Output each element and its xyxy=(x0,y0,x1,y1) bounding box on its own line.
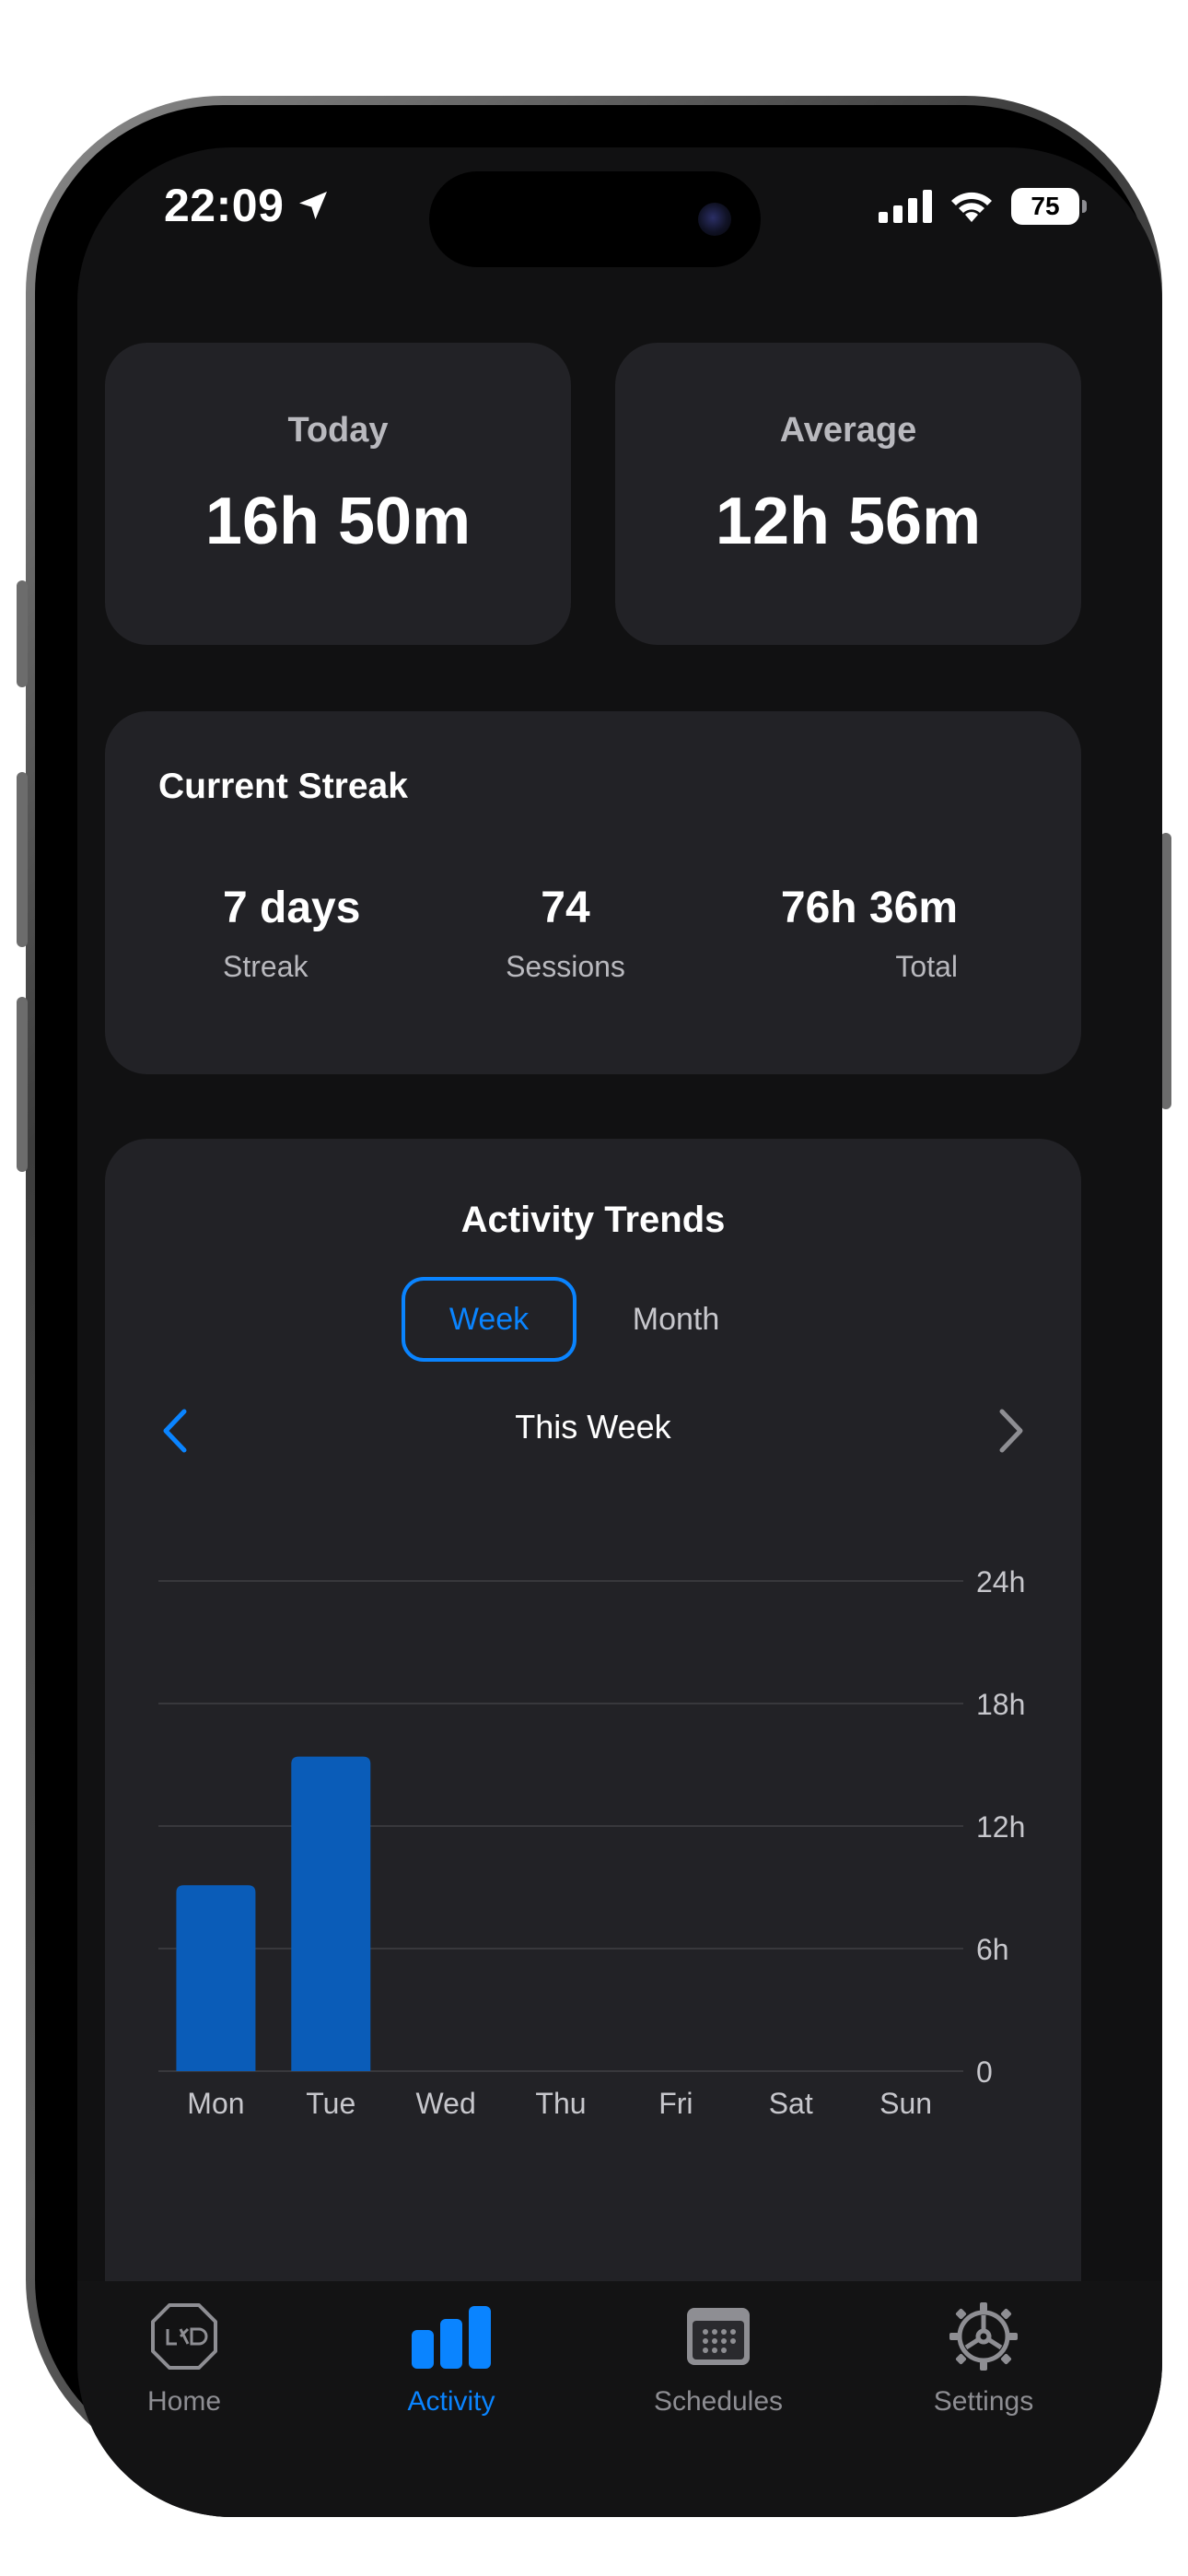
y-tick-label: 6h xyxy=(976,1933,1009,1966)
battery-level: 75 xyxy=(1031,192,1060,220)
total-stat: 76h 36m Total xyxy=(781,883,958,984)
today-label: Today xyxy=(287,411,389,450)
x-tick-label: Sat xyxy=(769,2087,813,2120)
x-tick-label: Sun xyxy=(879,2087,932,2120)
sessions-stat: 74 Sessions xyxy=(501,883,630,984)
status-indicators: 75 xyxy=(879,188,1087,225)
streak-card: Current Streak 7 days Streak 74 Sessions… xyxy=(105,711,1081,1074)
x-tick-label: Mon xyxy=(187,2087,244,2120)
x-tick-label: Tue xyxy=(306,2087,355,2120)
tab-schedules-label: Schedules xyxy=(653,2386,784,2417)
today-card: Today 16h 50m xyxy=(105,343,571,645)
calendar-icon xyxy=(687,2308,750,2365)
tab-activity[interactable]: Activity xyxy=(359,2300,543,2418)
bar-tue xyxy=(291,1756,371,2071)
volume-up-button xyxy=(17,772,28,947)
signal-icon xyxy=(879,190,932,223)
average-value: 12h 56m xyxy=(715,485,982,558)
tab-schedules[interactable]: Schedules xyxy=(626,2300,810,2418)
screen: 22:09 75 Today 16h 50m Average 12h 56m C… xyxy=(77,147,1162,2517)
x-tick-label: Fri xyxy=(658,2087,693,2120)
streak-value: 7 days xyxy=(223,884,361,932)
total-label: Total xyxy=(895,950,958,983)
y-tick-label: 0 xyxy=(976,2055,993,2089)
total-value: 76h 36m xyxy=(780,884,958,932)
tab-settings-label: Settings xyxy=(933,2386,1034,2417)
average-card: Average 12h 56m xyxy=(615,343,1081,645)
today-value: 16h 50m xyxy=(204,485,472,558)
x-tick-label: Thu xyxy=(535,2087,586,2120)
bar-chart-icon xyxy=(412,2306,491,2369)
y-tick-label: 24h xyxy=(976,1565,1025,1598)
y-tick-label: 18h xyxy=(976,1688,1025,1721)
battery-icon: 75 xyxy=(1011,188,1087,225)
sessions-value: 74 xyxy=(541,884,590,932)
tab-activity-label: Activity xyxy=(407,2386,495,2417)
volume-down-button xyxy=(17,997,28,1172)
y-tick-label: 12h xyxy=(976,1810,1025,1844)
tab-bar: Home Activity Schedules Settings xyxy=(77,2281,1162,2517)
average-label: Average xyxy=(779,411,917,450)
streak-label: Streak xyxy=(223,950,309,983)
sessions-label: Sessions xyxy=(506,950,625,983)
streak-title: Current Streak xyxy=(158,767,408,806)
location-arrow-icon xyxy=(299,192,328,219)
camera-icon xyxy=(698,203,731,236)
home-icon xyxy=(151,2303,217,2370)
dynamic-island xyxy=(429,171,761,267)
activity-trends-card: Activity Trends Week Month This Week 0 6h… xyxy=(105,1139,1081,2327)
wifi-icon xyxy=(951,192,992,222)
status-time-text: 22:09 xyxy=(164,180,285,231)
bar-mon xyxy=(176,1885,256,2071)
activity-bar-chart: 0 6h 12h 18h 24h Mon Tue Wed Thu Fri Sat Sun xyxy=(158,1565,1025,2120)
streak-stat: 7 days Streak xyxy=(223,883,360,984)
tab-settings[interactable]: Settings xyxy=(891,2300,1076,2418)
tab-home-label: Home xyxy=(146,2386,222,2417)
gear-icon xyxy=(949,2302,1018,2371)
tab-home[interactable]: Home xyxy=(92,2300,276,2418)
x-tick-label: Wed xyxy=(416,2087,476,2120)
action-button xyxy=(17,580,28,687)
status-time: 22:09 xyxy=(164,179,332,232)
